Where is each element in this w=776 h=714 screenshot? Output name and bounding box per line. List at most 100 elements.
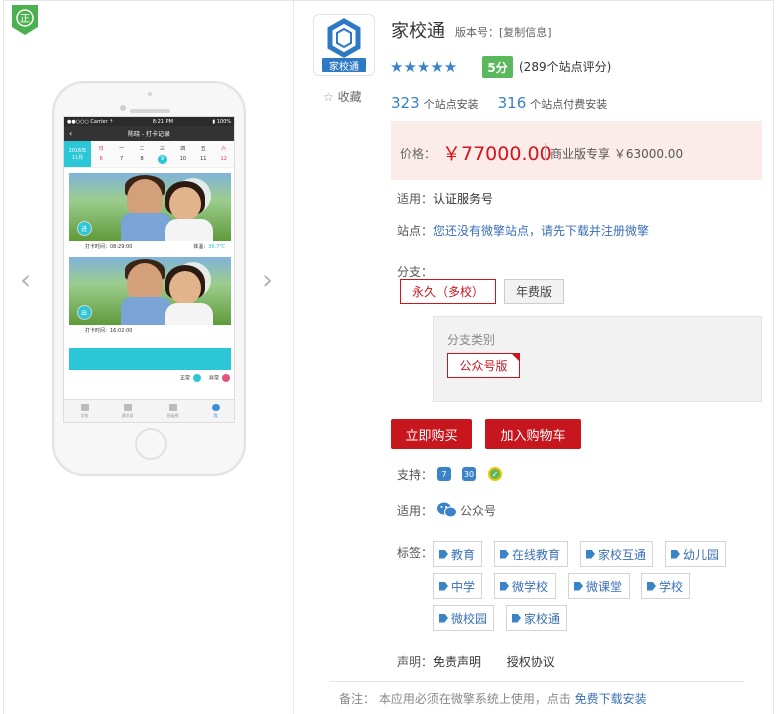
footer-note: 备注： 本应用必须在微擎系统上使用，点击 免费下载安装 [339,690,647,707]
applies2-value: 公众号 [460,504,497,518]
score-badge: 5分 [482,56,513,78]
blue-banner [69,348,231,370]
tag-middle-school[interactable]: 中学 [433,573,482,599]
license-link[interactable]: 授权协议 [507,655,555,669]
favorite-label: 收藏 [337,90,362,104]
phone-home-button [135,428,167,460]
branch-option-annual[interactable]: 年费版 [504,279,564,304]
phone-camera [120,105,126,111]
footer-note-text: 备注： 本应用必须在微擎系统上使用，点击 [339,692,575,706]
checkin-photo: 进 [69,173,231,241]
branch-option-permanent[interactable]: 永久（多校） [400,279,496,304]
calendar-day-selected: 三9 [157,145,167,164]
status-carrier: ●●○○○ Carrier ⇡ [67,118,114,125]
status-battery: ▮ 100% [212,118,231,125]
applies2-label: 适用： [397,504,434,518]
footer-divider [329,681,744,682]
tag-icon [439,613,448,623]
tag-icon [574,581,583,591]
phone-screen-title: 陈晓 - 打卡记录 [128,131,170,138]
paid-installs-count: 316 [497,94,527,112]
statement-row: 声明：免责声明 授权协议 [397,653,555,670]
applies-row: 适用：认证服务号 [397,190,493,207]
paid-installs-label: 个站点付费安装 [530,98,608,111]
calendar-month-label: 11月 [71,155,84,161]
calendar-year: 2016年 [68,148,87,154]
install-stats: 323 个站点安装 316 个站点付费安装 [391,94,607,112]
tag-micro-campus[interactable]: 微校园 [433,605,494,631]
branch-category-option[interactable]: 公众号版 [447,353,520,378]
checkin-time: 打卡时间：08:29:00 [85,244,133,250]
tag-icon [647,581,656,591]
calendar-day: 日6 [98,145,104,163]
tags-label: 标签： [397,546,434,560]
calendar-day: 五 11 [200,145,207,163]
status-legend: 正常 异常 [64,374,234,382]
tag-micro-school[interactable]: 微学校 [494,573,556,599]
next-screenshot-icon[interactable]: › [262,266,273,294]
add-to-cart-button[interactable]: 加入购物车 [485,419,581,449]
status-time: 8:21 PM [152,118,173,125]
applies-value: 认证服务号 [433,192,494,206]
tag-online-education[interactable]: 在线教育 [494,541,568,567]
checkin-temperature: 体温：36.7℃ [193,244,225,250]
verified-badge-icon: 正 [12,5,38,35]
phone-mockup: ●●○○○ Carrier ⇡ 8:21 PM ▮ 100% ‹ 陈晓 - 打卡… [52,81,246,476]
app-screenshot: ●●○○○ Carrier ⇡ 8:21 PM ▮ 100% ‹ 陈晓 - 打卡… [63,116,235,423]
tag-home-school[interactable]: 家校互通 [580,541,653,567]
checkout-tag: 出 [77,305,92,320]
support-check-icon: ✓ [488,467,502,481]
rating-stars-icon: ★★★★★ [390,58,458,76]
rating-count: (289个站点评分) [519,60,612,74]
disclaimer-link[interactable]: 免责声明 [433,655,481,669]
tag-icon [512,613,521,623]
column-divider [293,0,294,714]
prev-screenshot-icon[interactable]: ‹ [20,266,31,294]
tag-kindergarten[interactable]: 幼儿园 [665,541,726,567]
tag-micro-class[interactable]: 微课堂 [568,573,630,599]
phone-sensor [148,92,152,96]
business-price: 商业版专享 ￥63000.00 [550,147,684,161]
selected-check-icon [511,353,520,362]
app-icon-text: 家校通 [322,58,366,73]
version-info: 版本号：[复制信息] [455,24,552,40]
tab-class-circle: 班级圈 [167,403,179,419]
statement-label: 声明： [397,655,434,669]
tag-jiaxiaotong[interactable]: 家校通 [506,605,567,631]
branch-category-box: 分支类别 公众号版 [433,316,762,402]
favorite-button[interactable]: ☆ 收藏 [323,88,362,105]
calendar-days: 日6 一7 二8 三9 四 10 五 11 六 12 [91,141,234,167]
tag-school[interactable]: 学校 [641,573,690,599]
checkin-record: 打卡时间：08:29:00 体温：36.7℃ [69,241,231,252]
tag-icon [586,549,595,559]
copy-info-link[interactable]: [复制信息] [499,26,552,39]
calendar-day: 二8 [139,145,145,163]
branch-label: 分支： [397,265,434,279]
calendar-day: 四 10 [179,145,187,163]
phone-status-bar: ●●○○○ Carrier ⇡ 8:21 PM ▮ 100% [64,117,234,126]
free-download-link[interactable]: 免费下载安装 [575,692,647,706]
back-arrow-icon: ‹ [69,129,73,138]
buy-now-button[interactable]: 立即购买 [391,419,472,449]
checkout-photo: 出 [69,257,231,325]
branch-category-label: 分支类别 [447,333,496,347]
phone-speaker [130,109,170,113]
support-7-icon: 7 [437,467,451,481]
app-icon: 家校通 [313,14,375,76]
phone-title-bar: ‹ 陈晓 - 打卡记录 [64,126,234,141]
support-30-icon: 30 [462,467,476,481]
tag-icon [439,549,448,559]
register-site-link[interactable]: 您还没有微擎站点，请先下载并注册微擎 [433,224,649,238]
support-label: 支持： [397,468,434,482]
phone-tab-bar: 学校 通讯录 班级圈 我 [64,399,234,422]
legend-abnormal: 异常 [209,374,230,382]
tag-icon [671,549,680,559]
site-label: 站点： [397,224,434,238]
tag-education[interactable]: 教育 [433,541,482,567]
price-label: 价格： [400,147,437,161]
price-box: 价格： ￥77000.00 商业版专享 ￥63000.00 [391,121,762,180]
verified-badge-text: 正 [20,14,30,25]
tab-school: 学校 [80,403,89,419]
checkin-in-tag: 进 [77,221,92,236]
calendar-day: 六 12 [220,145,227,163]
